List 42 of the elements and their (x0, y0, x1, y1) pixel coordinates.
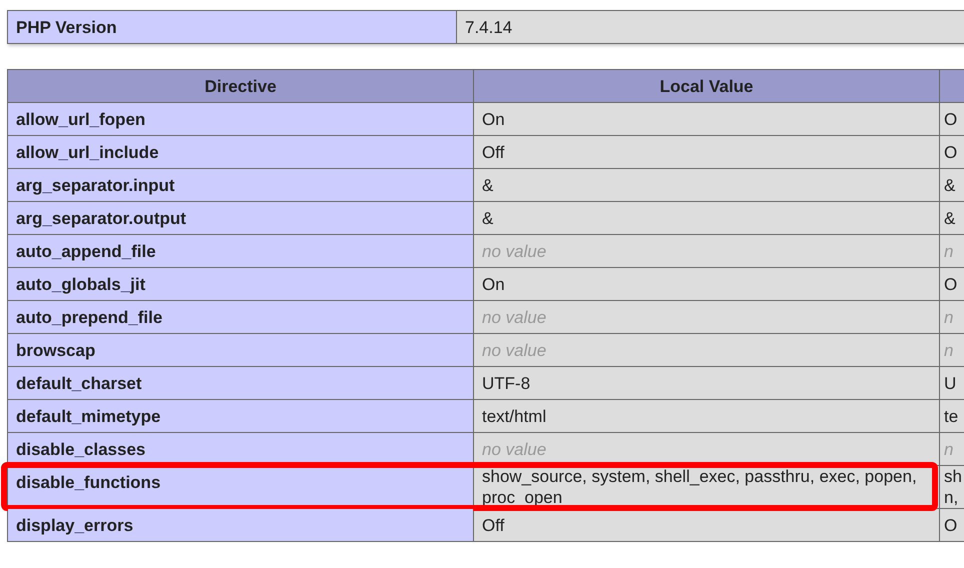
directive-name: display_errors (16, 516, 134, 535)
local-value: On (482, 274, 505, 294)
cut-value: sh n, (944, 466, 962, 508)
local-value: no value (482, 242, 546, 260)
cut-value: & (944, 208, 956, 228)
directive-name: disable_classes (16, 440, 146, 459)
directive-name: browscap (16, 341, 96, 360)
local-value: no value (482, 440, 546, 458)
cut-value: n (944, 438, 954, 460)
cut-value: O (944, 108, 958, 130)
cut-value: n (944, 306, 954, 328)
directive-name: allow_url_fopen (16, 110, 146, 129)
directive-name: default_charset (16, 374, 142, 393)
local-value: Off (482, 142, 504, 162)
column-header: Directive (8, 70, 474, 102)
local-value: no value (482, 308, 546, 326)
directive-name: default_mimetype (16, 407, 161, 426)
directive-name: disable_functions (16, 473, 161, 492)
cut-value: O (944, 274, 958, 294)
cut-value: O (944, 514, 958, 536)
column-header: Local Value (474, 70, 940, 102)
cut-value: n (944, 340, 954, 360)
directive-name: auto_append_file (16, 242, 156, 261)
setting-value: 7.4.14 (456, 10, 964, 44)
cut-value: O (944, 142, 958, 162)
directive-name: allow_url_include (16, 143, 159, 162)
local-value: text/html (482, 406, 546, 426)
local-value: & (482, 176, 494, 194)
setting-name: PHP Version (8, 10, 456, 44)
cut-value: te (944, 406, 960, 426)
local-value: On (482, 110, 505, 128)
directive-name: auto_globals_jit (16, 275, 146, 294)
local-value: Off (482, 516, 504, 534)
cut-value: n (944, 240, 954, 262)
cut-value: & (944, 174, 956, 196)
directive-name: arg_separator.input (16, 176, 175, 195)
directive-name: arg_separator.output (16, 209, 186, 228)
local-value: no value (482, 340, 546, 360)
local-value: UTF-8 (482, 374, 530, 392)
cut-value: U (944, 372, 958, 394)
directive-name: auto_prepend_file (16, 308, 162, 327)
local-value: & (482, 208, 494, 228)
